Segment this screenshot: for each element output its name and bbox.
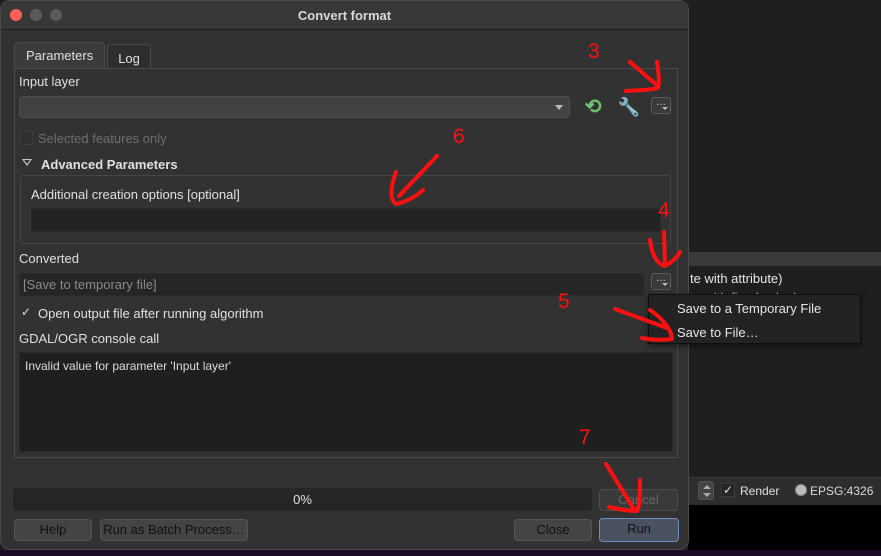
menu-item-save-to-file[interactable]: Save to File… [677,325,759,340]
open-output-checkbox[interactable]: ✓ [19,306,33,320]
converted-placeholder: [Save to temporary file] [23,277,157,292]
converted-label: Converted [19,251,79,266]
input-layer-browse-button[interactable]: … [651,97,671,114]
dialog-title: Convert format [297,8,392,23]
globe-icon[interactable] [795,484,807,496]
crs-button[interactable]: EPSG:4326 [810,484,873,498]
tab-parameters[interactable]: Parameters [14,42,106,68]
render-label: Render [740,484,780,498]
cancel-button[interactable]: Cancel [599,489,678,511]
open-output-label: Open output file after running algorithm [38,306,264,321]
close-button[interactable]: Close [514,519,592,541]
rotation-spinner[interactable] [698,481,714,500]
render-checkbox[interactable]: ✓ [721,483,735,497]
annotation-step-4: 4 [658,199,670,222]
menu-item-save-temporary[interactable]: Save to a Temporary File [677,301,821,316]
converted-output-input[interactable]: [Save to temporary file] [19,273,644,296]
creation-options-label: Additional creation options [optional] [31,187,240,202]
annotation-step-3: 3 [588,40,600,63]
collapse-triangle-icon[interactable] [22,159,32,166]
run-as-batch-button[interactable]: Run as Batch Process… [100,519,248,541]
selected-features-checkbox[interactable] [19,131,33,145]
tab-bar: Parameters Log [14,42,153,68]
annotation-step-6: 6 [453,125,465,148]
annotation-step-7: 7 [579,426,591,449]
input-layer-combobox[interactable] [19,96,570,118]
console-call-text: Invalid value for parameter 'Input layer… [25,359,232,373]
chevron-down-icon [555,105,563,110]
progress-label: 0% [293,492,312,507]
background-panel-header [688,252,881,266]
save-output-menu: Save to a Temporary File Save to File… [648,294,861,344]
creation-options-input[interactable] [31,208,661,232]
title-bar: Convert format [1,1,688,30]
advanced-parameters-toggle[interactable]: Advanced Parameters [41,157,178,172]
convert-format-dialog: Convert format Parameters Log Input laye… [0,0,689,550]
background-map-canvas [688,505,881,556]
selected-features-label: Selected features only [38,131,167,146]
help-button[interactable]: Help [14,519,92,541]
run-button[interactable]: Run [599,518,679,542]
input-layer-label: Input layer [19,74,80,89]
background-layer-item[interactable]: te with attribute) [690,271,783,286]
desktop-background [0,550,881,556]
converted-browse-button[interactable]: … [651,273,671,290]
refresh-icon[interactable]: ⟲ [581,97,605,117]
wrench-icon[interactable]: 🔧 [617,96,641,118]
annotation-step-5: 5 [558,290,570,313]
progress-bar: 0% [13,488,592,511]
tab-log[interactable]: Log [107,44,151,68]
console-call-label: GDAL/OGR console call [19,331,160,346]
console-call-textarea[interactable]: Invalid value for parameter 'Input layer… [19,352,673,452]
